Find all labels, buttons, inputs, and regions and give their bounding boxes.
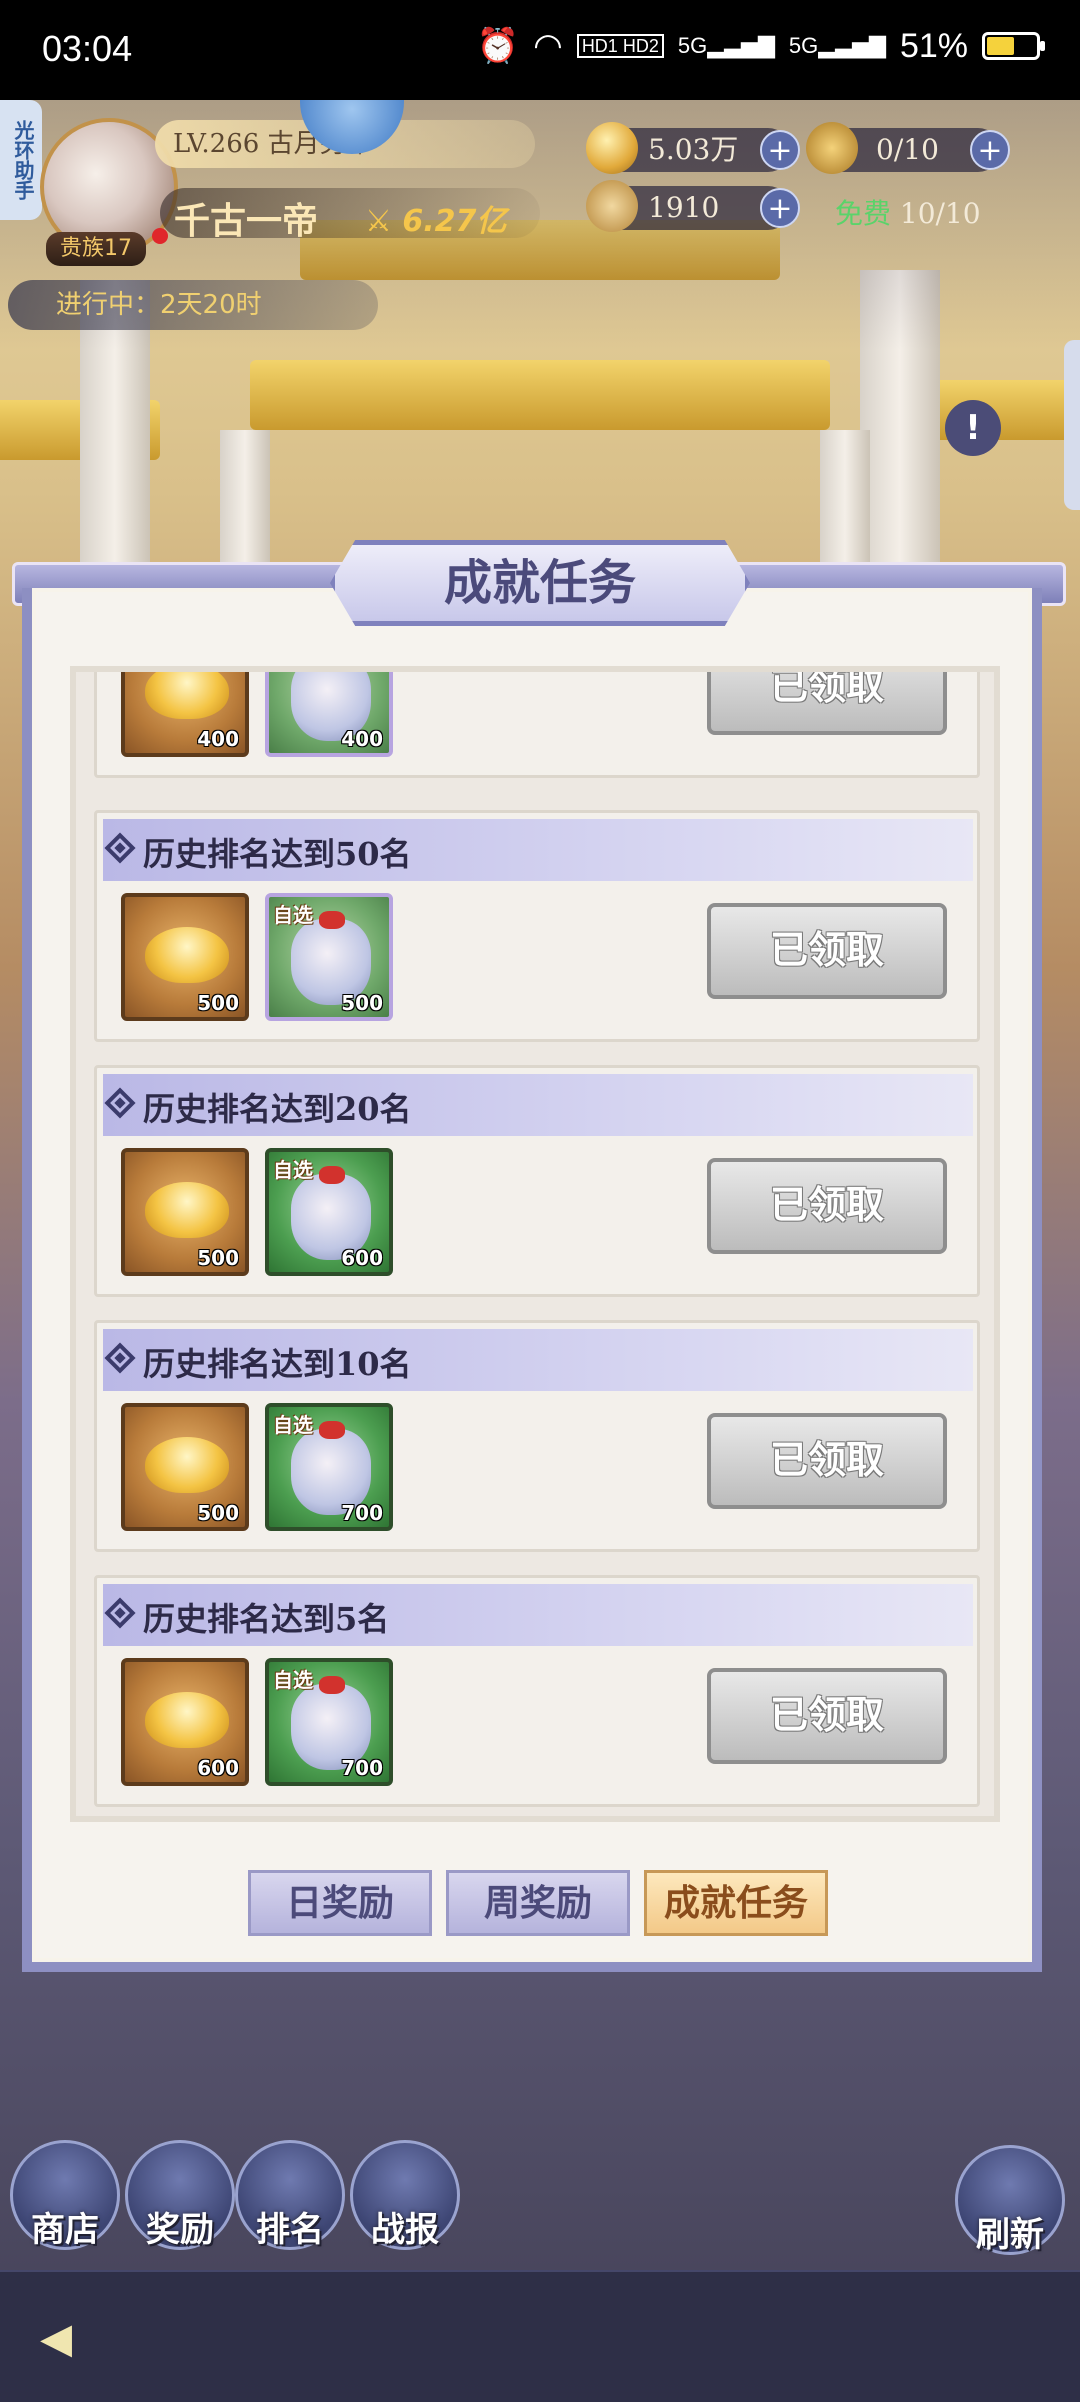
bottom-dock: ◂ [0,2270,1080,2402]
notification-dot [152,228,168,244]
task-title: 历史排名达到5名 [143,1600,390,1638]
diamond-icon [104,1597,136,1629]
claimed-button[interactable]: 已领取 [707,903,947,999]
reward-item[interactable]: 500 [121,893,249,1021]
player-name-row: 千古一帝 ⚔ 6.27亿 [160,188,540,242]
rank-button[interactable]: 排名 [235,2140,345,2250]
gold-ingot-icon [145,1692,229,1748]
task-header: 历史排名达到5名 [103,1584,973,1646]
battery-percent: 51% [899,26,968,65]
add-coin-button[interactable]: + [760,188,800,228]
gold-ingot-icon [145,927,229,983]
wifi-icon: ◠ [533,27,563,65]
reward-button[interactable]: 奖励 [125,2140,235,2250]
back-arrow-icon[interactable]: ◂ [40,2302,120,2372]
tab-achievement-tasks[interactable]: 成就任务 [644,1870,828,1936]
coin-icon [586,180,638,232]
status-icons: ⏰ ◠ HD1 HD2 5G▂▃▅▇ 5G▂▃▅▇ 51% [476,26,1045,66]
vip-badge: 贵族17 [46,232,146,266]
hd-icon: HD1 HD2 [576,34,664,58]
tab-daily-reward[interactable]: 日奖励 [248,1870,432,1936]
ticket-icon [806,122,858,174]
reward-item[interactable]: 自选 600 [265,1148,393,1276]
reward-item[interactable]: 500 [121,1403,249,1531]
gold-ingot-icon [145,672,229,719]
claimed-button[interactable]: 已领取 [707,1668,947,1764]
diamond-icon [104,832,136,864]
task-card: 历史排名达到5名 600 自选 700 已领取 [94,1575,980,1807]
reward-tabs: 日奖励 周奖励 成就任务 [248,1870,828,1936]
task-card: 历史排名达到20名 500 自选 600 已领取 [94,1065,980,1297]
pagoda-roof-lower [250,360,830,430]
reward-item[interactable]: 400 [265,672,393,757]
clock: 03:04 [42,28,133,69]
gold-ingot-icon [145,1437,229,1493]
task-card: 400 400 已领取 [94,672,980,778]
side-tab[interactable] [1064,340,1080,510]
reward-item[interactable]: 600 [121,1658,249,1786]
add-gold-button[interactable]: + [760,130,800,170]
add-ticket-button[interactable]: + [970,130,1010,170]
tab-weekly-reward[interactable]: 周奖励 [446,1870,630,1936]
shop-button[interactable]: 商店 [10,2140,120,2250]
event-progress: 进行中：2天20时 [8,280,378,330]
power-value: ⚔ 6.27亿 [365,204,507,239]
task-title: 历史排名达到20名 [143,1090,412,1128]
task-title: 历史排名达到10名 [143,1345,412,1383]
task-title: 历史排名达到50名 [143,835,412,873]
claimed-button[interactable]: 已领取 [707,1413,947,1509]
alarm-icon: ⏰ [476,27,520,65]
task-header: 历史排名达到50名 [103,819,973,881]
status-bar: 03:04 ⏰ ◠ HD1 HD2 5G▂▃▅▇ 5G▂▃▅▇ 51% [0,0,1080,100]
signal2-icon: 5G▂▃▅▇ [788,33,886,58]
claimed-button[interactable]: 已领取 [707,672,947,735]
coin-resource: 1910 + [586,180,800,232]
diamond-icon [104,1087,136,1119]
gold-ingot-icon [145,1182,229,1238]
battery-icon [982,32,1045,60]
modal-title: 成就任务 [330,540,750,626]
reward-item[interactable]: 400 [121,672,249,757]
task-card: 历史排名达到50名 500 自选 500 已领取 [94,810,980,1042]
player-name: 千古一帝 [174,200,319,242]
signal-icon: 5G▂▃▅▇ [677,33,775,58]
reward-item[interactable]: 500 [121,1148,249,1276]
reward-item[interactable]: 自选 700 [265,1403,393,1531]
info-icon[interactable]: ! [945,400,1001,456]
refresh-button[interactable]: 刷新 [955,2145,1065,2255]
diamond-icon [104,1342,136,1374]
task-card: 历史排名达到10名 500 自选 700 已领取 [94,1320,980,1552]
ticket-resource: 0/10 + [806,122,1010,174]
claimed-button[interactable]: 已领取 [707,1158,947,1254]
gold-ingot-icon [586,122,638,174]
gold-resource: 5.03万 + [586,122,800,174]
task-list[interactable]: 400 400 已领取 历史排名达到50名 500 自选 500 已领取 历史排… [70,666,1000,1822]
battle-report-button[interactable]: 战报 [350,2140,460,2250]
free-count: 免费 10/10 [835,197,981,230]
assistant-tab[interactable]: 光环助手 [0,100,42,220]
task-header: 历史排名达到10名 [103,1329,973,1391]
task-header: 历史排名达到20名 [103,1074,973,1136]
reward-item[interactable]: 自选 500 [265,893,393,1021]
reward-item[interactable]: 自选 700 [265,1658,393,1786]
